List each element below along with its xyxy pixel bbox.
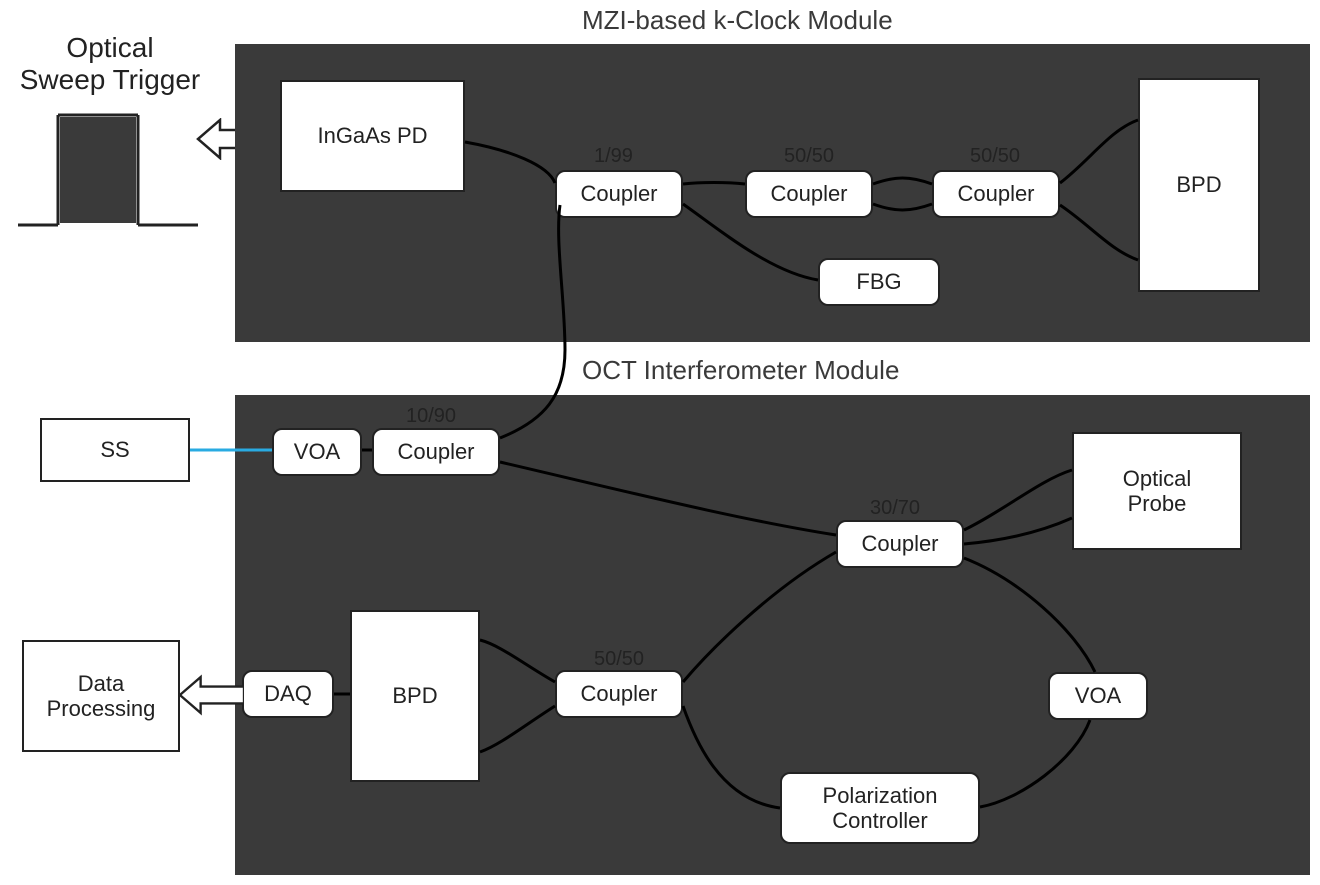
coupler-b-box: Coupler bbox=[555, 670, 683, 718]
coupler-a-ratio: 10/90 bbox=[406, 405, 456, 428]
fbg-box: FBG bbox=[818, 258, 940, 306]
arrow-left-icon bbox=[178, 674, 244, 716]
coupler3-ratio: 50/50 bbox=[970, 145, 1020, 168]
coupler-c-ratio: 30/70 bbox=[870, 497, 920, 520]
ss-box: SS bbox=[40, 418, 190, 482]
coupler2-box: Coupler bbox=[745, 170, 873, 218]
coupler-b-ratio: 50/50 bbox=[594, 648, 644, 671]
ingaas-pd-box: InGaAs PD bbox=[280, 80, 465, 192]
data-processing-box: Data Processing bbox=[22, 640, 180, 752]
kclock-bpd-box: BPD bbox=[1138, 78, 1260, 292]
trigger-pulse-icon bbox=[18, 105, 198, 235]
polarization-controller-box: Polarization Controller bbox=[780, 772, 980, 844]
coupler3-box: Coupler bbox=[932, 170, 1060, 218]
kclock-title: MZI-based k-Clock Module bbox=[582, 5, 893, 36]
sweep-trigger-label: Optical Sweep Trigger bbox=[12, 32, 208, 96]
oct-title: OCT Interferometer Module bbox=[582, 355, 899, 386]
coupler-c-box: Coupler bbox=[836, 520, 964, 568]
daq-box: DAQ bbox=[242, 670, 334, 718]
coupler1-box: Coupler bbox=[555, 170, 683, 218]
coupler2-ratio: 50/50 bbox=[784, 145, 834, 168]
optical-probe-box: Optical Probe bbox=[1072, 432, 1242, 550]
voa2-box: VOA bbox=[1048, 672, 1148, 720]
oct-bpd-box: BPD bbox=[350, 610, 480, 782]
coupler1-ratio: 1/99 bbox=[594, 145, 633, 168]
voa1-box: VOA bbox=[272, 428, 362, 476]
coupler-a-box: Coupler bbox=[372, 428, 500, 476]
